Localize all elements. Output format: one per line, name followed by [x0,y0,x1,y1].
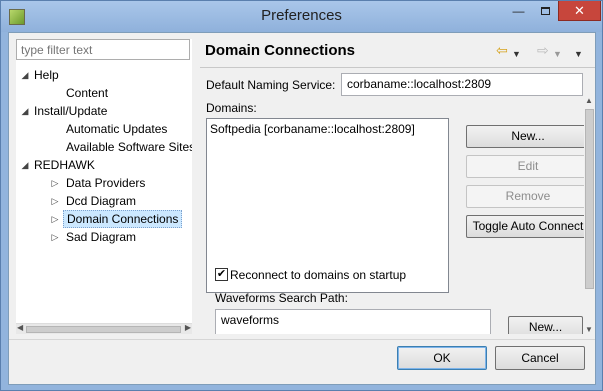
reconnect-checkbox[interactable]: ✔ [215,268,228,281]
tree-item-domain-connections[interactable]: ▷ Domain Connections [50,210,190,228]
filter-input[interactable] [16,39,190,60]
tree-item-content[interactable]: Content [66,84,108,102]
list-item[interactable]: waveforms [221,313,485,327]
maximize-button[interactable] [532,1,558,21]
tree-item-label: Install/Update [34,104,108,118]
scrollbar-thumb[interactable] [26,326,181,333]
scroll-right-icon[interactable]: ▶ [185,323,191,332]
close-button[interactable]: ✕ [558,1,601,21]
preference-tree-panel: ◢ Help Content ◢ Install/Update Automati… [16,39,192,334]
maximize-icon [540,7,550,15]
page-vertical-scrollbar[interactable]: ▲ ▼ [584,96,595,334]
scroll-left-icon[interactable]: ◀ [17,323,23,332]
tree-horizontal-scrollbar[interactable]: ◀ ▶ [16,323,192,334]
minimize-button[interactable]: — [505,1,532,21]
preference-page: Domain Connections ⇦ ▼ ⇨ ▼ ▼ Default Nam… [200,39,595,334]
edit-domain-button[interactable]: Edit [466,155,590,178]
tree-item-label: Help [34,68,59,82]
dialog-client-area: ◢ Help Content ◢ Install/Update Automati… [8,32,596,385]
page-title: Domain Connections [205,42,356,59]
naming-service-label: Default Naming Service: [206,78,336,92]
new-waveform-path-button[interactable]: New... [508,316,583,334]
naming-service-field[interactable]: corbaname::localhost:2809 [341,73,583,96]
scroll-up-icon[interactable]: ▲ [585,96,593,105]
tree-item-label: Automatic Updates [66,122,168,136]
list-item[interactable]: Softpedia [corbaname::localhost:2809] [210,122,445,136]
back-history-dropdown-icon[interactable]: ▼ [512,45,521,63]
button-bar-divider [9,339,595,340]
title-bar[interactable]: Preferences — ✕ [1,1,602,32]
tree-item-automatic-updates[interactable]: Automatic Updates [66,120,167,138]
expanded-arrow-icon[interactable]: ◢ [20,102,30,120]
back-arrow-icon[interactable]: ⇦ [496,41,508,59]
tree-item-label: Content [66,86,109,100]
forward-arrow-icon[interactable]: ⇨ [537,41,549,59]
collapsed-arrow-icon[interactable]: ▷ [50,228,60,246]
domains-list[interactable]: Softpedia [corbaname::localhost:2809] [206,118,449,293]
forward-history-dropdown-icon[interactable]: ▼ [553,45,562,63]
tree-item-available-software-sites[interactable]: Available Software Sites [66,138,192,156]
tree-item-label-selected: Domain Connections [63,210,183,228]
waveforms-label: Waveforms Search Path: [215,291,348,305]
collapsed-arrow-icon[interactable]: ▷ [50,192,60,210]
tree-item-label: REDHAWK [34,158,95,172]
expanded-arrow-icon[interactable]: ◢ [20,156,30,174]
preferences-window: Preferences — ✕ ◢ Help Content ◢ Install… [0,0,603,391]
remove-domain-button[interactable]: Remove [466,185,590,208]
new-domain-button[interactable]: New... [466,125,590,148]
preference-tree: ◢ Help Content ◢ Install/Update Automati… [16,66,192,326]
tree-item-label: Dcd Diagram [66,194,137,208]
scrollbar-thumb[interactable] [585,109,594,289]
waveforms-path-list[interactable]: waveforms [215,309,491,334]
cancel-button[interactable]: Cancel [495,346,585,370]
scroll-down-icon[interactable]: ▼ [585,325,593,334]
toggle-auto-connect-button[interactable]: Toggle Auto Connect [466,215,590,238]
header-divider [200,67,595,68]
tree-item-label: Available Software Sites [66,140,192,154]
tree-item-label: Data Providers [66,176,146,190]
domains-label: Domains: [206,101,257,115]
reconnect-label: Reconnect to domains on startup [230,268,407,282]
ok-button[interactable]: OK [397,346,487,370]
tree-item-label: Sad Diagram [66,230,137,244]
collapsed-arrow-icon[interactable]: ▷ [50,210,60,228]
collapsed-arrow-icon[interactable]: ▷ [50,174,60,192]
expanded-arrow-icon[interactable]: ◢ [20,66,30,84]
view-menu-icon[interactable]: ▼ [574,45,583,63]
